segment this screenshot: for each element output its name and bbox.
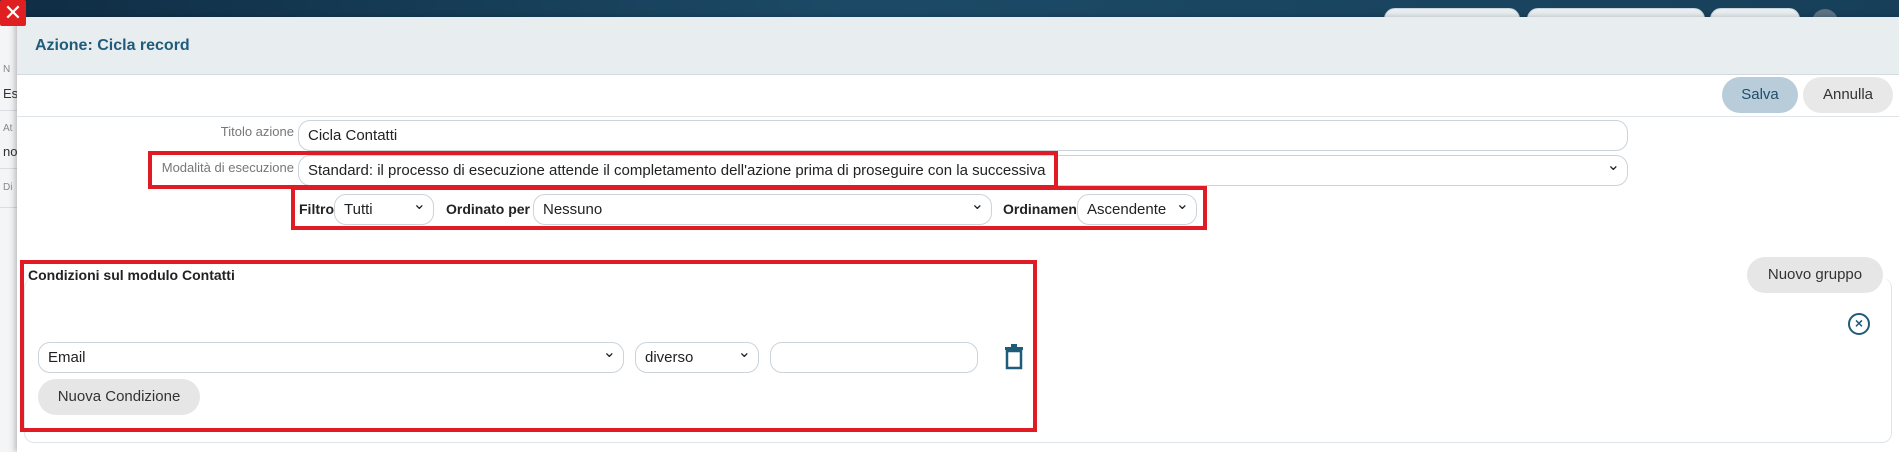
- background-label: Es: [3, 86, 19, 101]
- mode-label: Modalità di esecuzione: [161, 160, 294, 175]
- remove-group-icon[interactable]: ×: [1848, 313, 1870, 335]
- title-label: Titolo azione: [220, 124, 294, 139]
- order-by-value: Nessuno: [543, 201, 603, 218]
- ordering-select[interactable]: Ascendente: [1077, 194, 1197, 225]
- order-by-label: Ordinato per: [446, 201, 531, 217]
- condition-operator-value: diverso: [645, 349, 694, 366]
- background-label: no: [3, 144, 18, 159]
- new-condition-button[interactable]: Nuova Condizione: [38, 379, 200, 415]
- ordering-value: Ascendente: [1087, 201, 1167, 218]
- filter-value: Tutti: [344, 201, 373, 218]
- background-label: N: [3, 64, 11, 75]
- background-label: Di: [3, 182, 13, 193]
- action-modal: Azione: Cicla record Salva Annulla Titol…: [17, 17, 1899, 452]
- trash-icon[interactable]: [1003, 344, 1025, 370]
- modal-title: Azione: Cicla record: [35, 37, 190, 54]
- save-button[interactable]: Salva: [1722, 77, 1798, 113]
- conditions-title: Condizioni sul modulo Contatti: [28, 267, 235, 283]
- execution-mode-value: Standard: il processo di esecuzione atte…: [308, 162, 1046, 179]
- new-group-button[interactable]: Nuovo gruppo: [1747, 257, 1883, 293]
- condition-field-value: Email: [48, 349, 86, 366]
- execution-mode-select[interactable]: Standard: il processo di esecuzione atte…: [298, 155, 1628, 186]
- filter-select[interactable]: Tutti: [334, 194, 434, 225]
- action-title-input[interactable]: Cicla Contatti: [298, 120, 1628, 151]
- condition-operator-select[interactable]: diverso: [635, 342, 759, 373]
- cancel-button[interactable]: Annulla: [1803, 77, 1893, 113]
- background-label: At: [3, 123, 13, 134]
- toolbar-divider: [17, 116, 1899, 117]
- condition-field-select[interactable]: Email: [38, 342, 624, 373]
- modal-header: Azione: Cicla record: [17, 17, 1899, 75]
- order-by-select[interactable]: Nessuno: [533, 194, 992, 225]
- filter-label: Filtro: [299, 201, 334, 217]
- background-sidebar: N Es At no Di: [0, 17, 18, 452]
- condition-value-input[interactable]: [770, 342, 978, 373]
- close-icon[interactable]: ✕: [0, 0, 26, 26]
